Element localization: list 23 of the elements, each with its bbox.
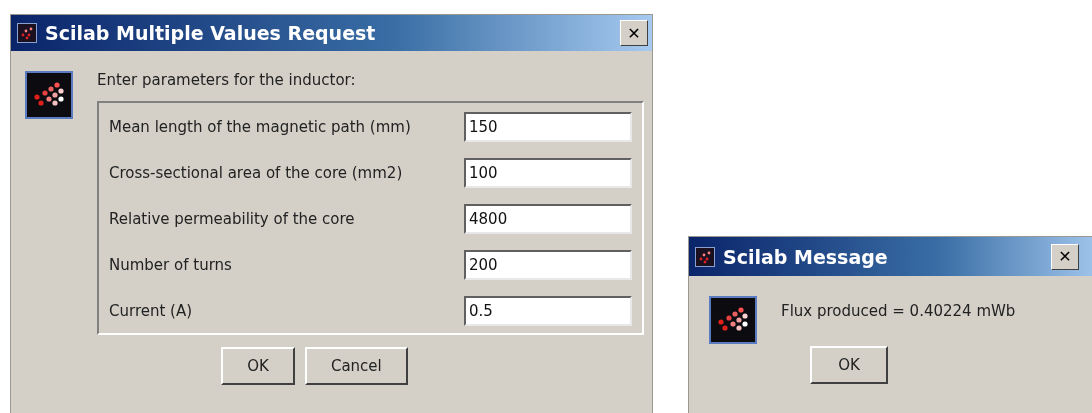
app-icon: [17, 23, 37, 43]
logo-icon: [25, 71, 73, 119]
field-label: Relative permeability of the core: [109, 210, 355, 228]
window-title: Scilab Multiple Values Request: [45, 22, 377, 44]
field-label: Number of turns: [109, 256, 232, 274]
input-field[interactable]: 100: [464, 158, 632, 188]
ok-button[interactable]: OK: [810, 346, 888, 384]
close-button[interactable]: ✕: [620, 20, 648, 46]
field-label: Cross-sectional area of the core (mm2): [109, 164, 403, 182]
close-button[interactable]: ✕: [1051, 243, 1079, 270]
message-text: Flux produced = 0.40224 mWb: [781, 302, 1017, 320]
window-title: Scilab Message: [723, 245, 889, 268]
ok-button[interactable]: OK: [221, 347, 295, 385]
field-label: Current (A): [109, 302, 193, 320]
input-field[interactable]: 200: [464, 250, 632, 280]
input-field[interactable]: 0.5: [464, 296, 632, 326]
input-field[interactable]: 150: [464, 112, 632, 142]
prompt-text: Enter parameters for the inductor:: [97, 71, 357, 89]
cancel-button[interactable]: Cancel: [304, 347, 408, 385]
app-icon: [695, 246, 715, 267]
field-label: Mean length of the magnetic path (mm): [109, 118, 411, 136]
input-field[interactable]: 4800: [464, 204, 632, 234]
logo-icon: [709, 296, 757, 344]
